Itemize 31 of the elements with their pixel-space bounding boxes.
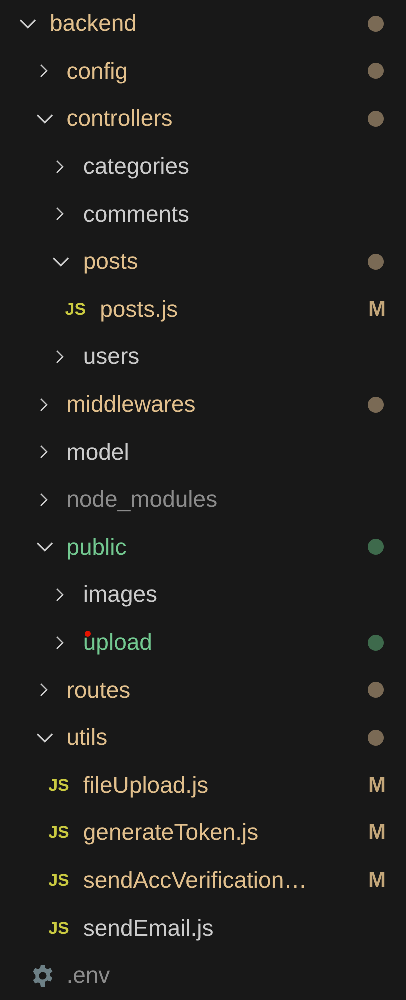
folder-name[interactable]: images bbox=[83, 583, 158, 606]
folder-name[interactable]: utils bbox=[66, 726, 108, 750]
js-icon: JS bbox=[48, 824, 70, 842]
js-icon: JS bbox=[48, 920, 70, 937]
folder-name[interactable]: node_modules bbox=[66, 488, 218, 512]
folder-name[interactable]: public bbox=[66, 536, 127, 559]
folder-name[interactable]: controllers bbox=[66, 107, 173, 130]
file-name[interactable]: .env bbox=[66, 964, 110, 988]
file-name[interactable]: posts.js bbox=[100, 298, 178, 321]
git-status-letter: M bbox=[368, 298, 386, 320]
git-status-letter: M bbox=[368, 822, 386, 844]
file-name[interactable]: fileUpload.js bbox=[83, 774, 209, 797]
js-icon: JS bbox=[65, 300, 86, 318]
folder-name[interactable]: posts bbox=[83, 250, 138, 274]
git-status-letter: M bbox=[368, 774, 386, 796]
folder-name[interactable]: config bbox=[66, 60, 128, 83]
folder-name[interactable]: categories bbox=[83, 155, 190, 178]
folder-name[interactable]: users bbox=[83, 345, 140, 368]
file-name[interactable]: sendAccVerification… bbox=[83, 868, 308, 892]
file-name[interactable]: sendEmail.js bbox=[83, 916, 214, 940]
gear-icon bbox=[30, 964, 55, 988]
folder-name[interactable]: middlewares bbox=[66, 393, 196, 416]
folder-name[interactable]: backend bbox=[50, 12, 137, 36]
folder-name[interactable]: model bbox=[66, 440, 130, 464]
file-name[interactable]: generateToken.js bbox=[83, 821, 259, 844]
folder-name[interactable]: upload bbox=[83, 631, 152, 654]
folder-name[interactable]: routes bbox=[66, 678, 131, 702]
js-icon: JS bbox=[48, 872, 70, 889]
folder-name[interactable]: comments bbox=[83, 202, 190, 226]
git-status-letter: M bbox=[368, 870, 386, 891]
js-icon: JS bbox=[48, 776, 70, 794]
